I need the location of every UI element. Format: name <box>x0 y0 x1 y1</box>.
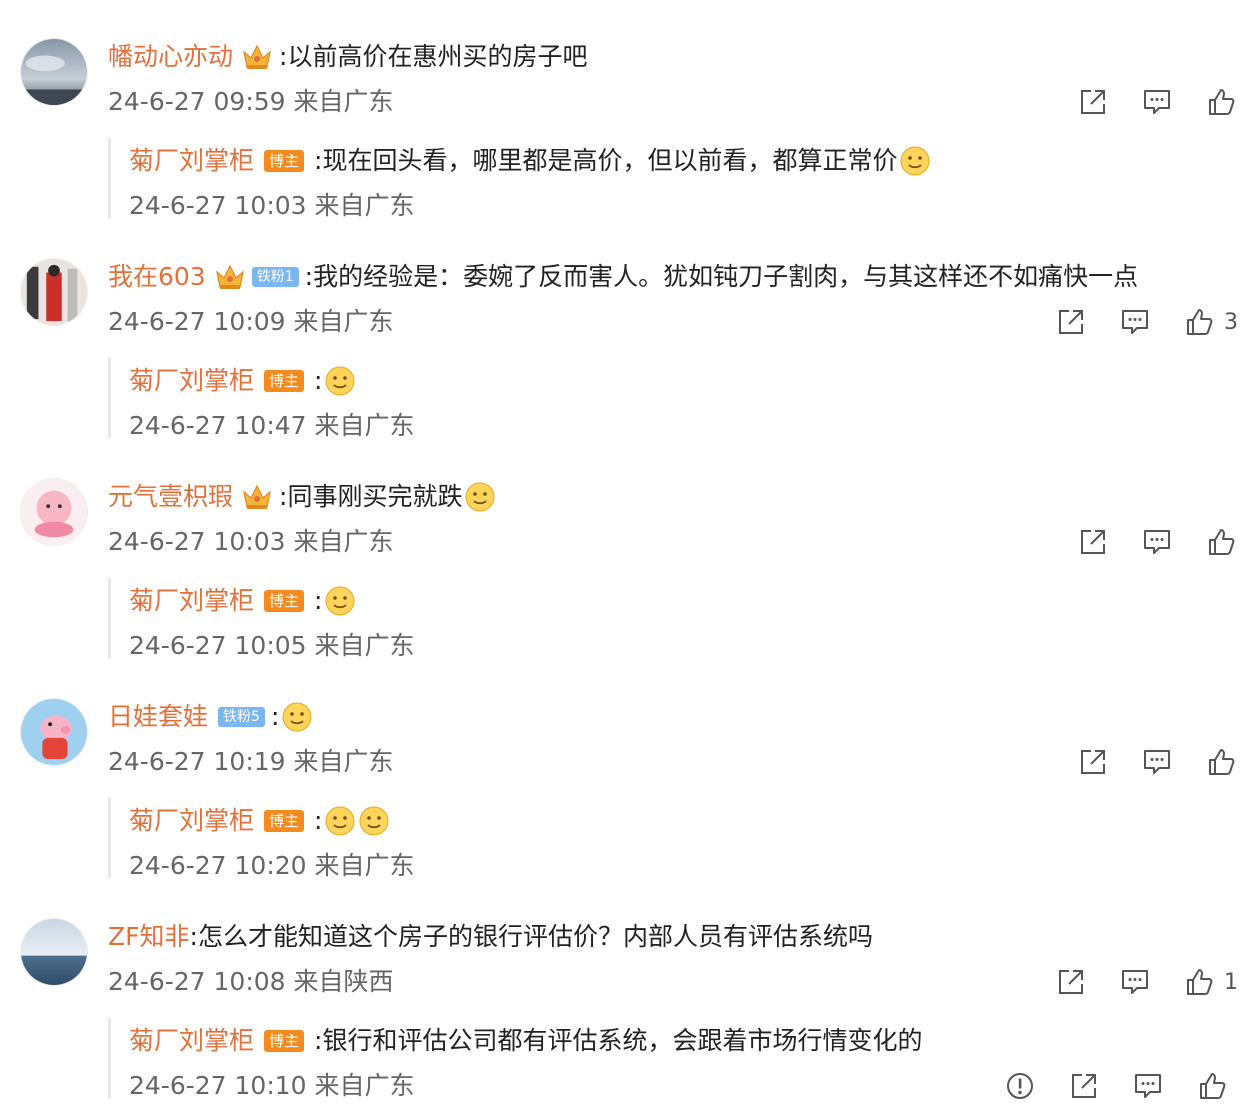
share-icon <box>1078 527 1108 557</box>
like-icon <box>1206 87 1236 117</box>
comment-button[interactable] <box>1140 85 1174 119</box>
comment-meta: 24-6-27 10:19 来自广东 <box>108 747 394 776</box>
share-icon <box>1078 87 1108 117</box>
reply-item: 菊厂刘掌柜 博主 : 现在回头看，哪里都是高价，但以前看，都算正常价 24-6-… <box>108 138 1239 220</box>
host-badge: 博主 <box>264 370 305 392</box>
fan-badge: 铁粉1 <box>251 267 299 287</box>
like-button[interactable] <box>1195 1069 1229 1103</box>
reply-username[interactable]: 菊厂刘掌柜 <box>129 364 254 398</box>
comment-text: 我的经验是：委婉了反而害人。犹如钝刀子割肉，与其这样还不如痛快一点 <box>313 262 1139 291</box>
comment-meta: 24-6-27 10:08 来自陕西 <box>108 967 394 996</box>
like-button[interactable] <box>1204 85 1238 119</box>
report-icon <box>1005 1071 1035 1101</box>
host-badge: 博主 <box>264 1030 305 1052</box>
emoji-icon <box>324 805 356 837</box>
like-icon <box>1184 307 1214 337</box>
share-button[interactable] <box>1054 965 1088 999</box>
comment-actions <box>1046 84 1238 120</box>
comment-actions <box>1046 744 1238 780</box>
comment-text: 以前高价在惠州买的房子吧 <box>287 42 588 71</box>
comment-actions: 3 <box>1024 304 1238 340</box>
username[interactable]: 我在603 <box>108 260 206 294</box>
share-icon <box>1078 747 1108 777</box>
share-icon <box>1069 1071 1099 1101</box>
reply-username[interactable]: 菊厂刘掌柜 <box>129 584 254 618</box>
comment-icon <box>1142 527 1172 557</box>
reply-meta: 24-6-27 10:47 来自广东 <box>129 411 415 440</box>
emoji-icon <box>899 145 931 177</box>
avatar[interactable] <box>20 698 88 766</box>
reply-meta: 24-6-27 10:05 来自广东 <box>129 631 415 660</box>
like-icon <box>1184 967 1214 997</box>
reply-item: 菊厂刘掌柜 博主 : 银行和评估公司都有评估系统，会跟着市场行情变化的 24-6… <box>108 1018 1239 1100</box>
avatar[interactable] <box>20 258 88 326</box>
share-icon <box>1056 967 1086 997</box>
reply-text: 现在回头看，哪里都是高价，但以前看，都算正常价 <box>322 146 898 175</box>
comment-actions <box>1046 524 1238 560</box>
comment-icon <box>1120 307 1150 337</box>
comment-meta: 24-6-27 10:09 来自广东 <box>108 307 394 336</box>
like-icon <box>1206 527 1236 557</box>
reply-item: 菊厂刘掌柜 博主 : 24-6-27 10:20 来自广东 <box>108 798 1239 880</box>
reply-username[interactable]: 菊厂刘掌柜 <box>129 804 254 838</box>
comment-button[interactable] <box>1118 305 1152 339</box>
report-button[interactable] <box>1003 1069 1037 1103</box>
comment-icon <box>1133 1071 1163 1101</box>
avatar[interactable] <box>20 918 88 986</box>
reply-text: 银行和评估公司都有评估系统，会跟着市场行情变化的 <box>322 1026 923 1055</box>
reply-item: 菊厂刘掌柜 博主 : 24-6-27 10:47 来自广东 <box>108 358 1239 440</box>
comment-icon <box>1142 87 1172 117</box>
share-button[interactable] <box>1076 85 1110 119</box>
username[interactable]: 元气壹枳瑕 <box>108 480 233 514</box>
comment-icon <box>1120 967 1150 997</box>
reply-meta: 24-6-27 10:20 来自广东 <box>129 851 415 880</box>
reply-meta: 24-6-27 10:03 来自广东 <box>129 191 415 220</box>
like-count: 3 <box>1224 309 1238 335</box>
emoji-icon <box>464 481 496 513</box>
share-button[interactable] <box>1054 305 1088 339</box>
reply-username[interactable]: 菊厂刘掌柜 <box>129 144 254 178</box>
like-icon <box>1197 1071 1227 1101</box>
share-button[interactable] <box>1076 525 1110 559</box>
username[interactable]: 幡动心亦动 <box>108 40 233 74</box>
emoji-icon <box>358 805 390 837</box>
share-button[interactable] <box>1067 1069 1101 1103</box>
emoji-icon <box>324 365 356 397</box>
like-button[interactable] <box>1182 965 1216 999</box>
share-button[interactable] <box>1076 745 1110 779</box>
comment-meta: 24-6-27 09:59 来自广东 <box>108 87 394 116</box>
crown-icon <box>241 483 273 511</box>
comment-button[interactable] <box>1118 965 1152 999</box>
comment-button[interactable] <box>1140 745 1174 779</box>
comment-actions: 1 <box>1024 964 1238 1000</box>
username[interactable]: 日娃套娃 <box>108 700 208 734</box>
comment-text: 怎么才能知道这个房子的银行评估价？内部人员有评估系统吗 <box>197 922 873 951</box>
avatar[interactable] <box>20 38 88 106</box>
avatar[interactable] <box>20 478 88 546</box>
host-badge: 博主 <box>264 150 305 172</box>
like-button[interactable] <box>1204 525 1238 559</box>
crown-icon <box>214 263 246 291</box>
like-icon <box>1206 747 1236 777</box>
host-badge: 博主 <box>264 810 305 832</box>
like-button[interactable] <box>1182 305 1216 339</box>
reply-meta: 24-6-27 10:10 来自广东 <box>129 1071 415 1100</box>
host-badge: 博主 <box>264 590 305 612</box>
comment-button[interactable] <box>1131 1069 1165 1103</box>
comment-meta: 24-6-27 10:03 来自广东 <box>108 527 394 556</box>
comment-button[interactable] <box>1140 525 1174 559</box>
reply-username[interactable]: 菊厂刘掌柜 <box>129 1024 254 1058</box>
like-button[interactable] <box>1204 745 1238 779</box>
share-icon <box>1056 307 1086 337</box>
like-count: 1 <box>1224 969 1238 995</box>
emoji-icon <box>324 585 356 617</box>
crown-icon <box>241 43 273 71</box>
username[interactable]: ZF知非 <box>108 920 190 954</box>
reply-item: 菊厂刘掌柜 博主 : 24-6-27 10:05 来自广东 <box>108 578 1239 660</box>
comment-icon <box>1142 747 1172 777</box>
comment-text: 同事刚买完就跌 <box>287 482 463 511</box>
fan-badge: 铁粉5 <box>218 707 265 727</box>
reply-actions <box>973 1068 1229 1104</box>
emoji-icon <box>281 701 313 733</box>
